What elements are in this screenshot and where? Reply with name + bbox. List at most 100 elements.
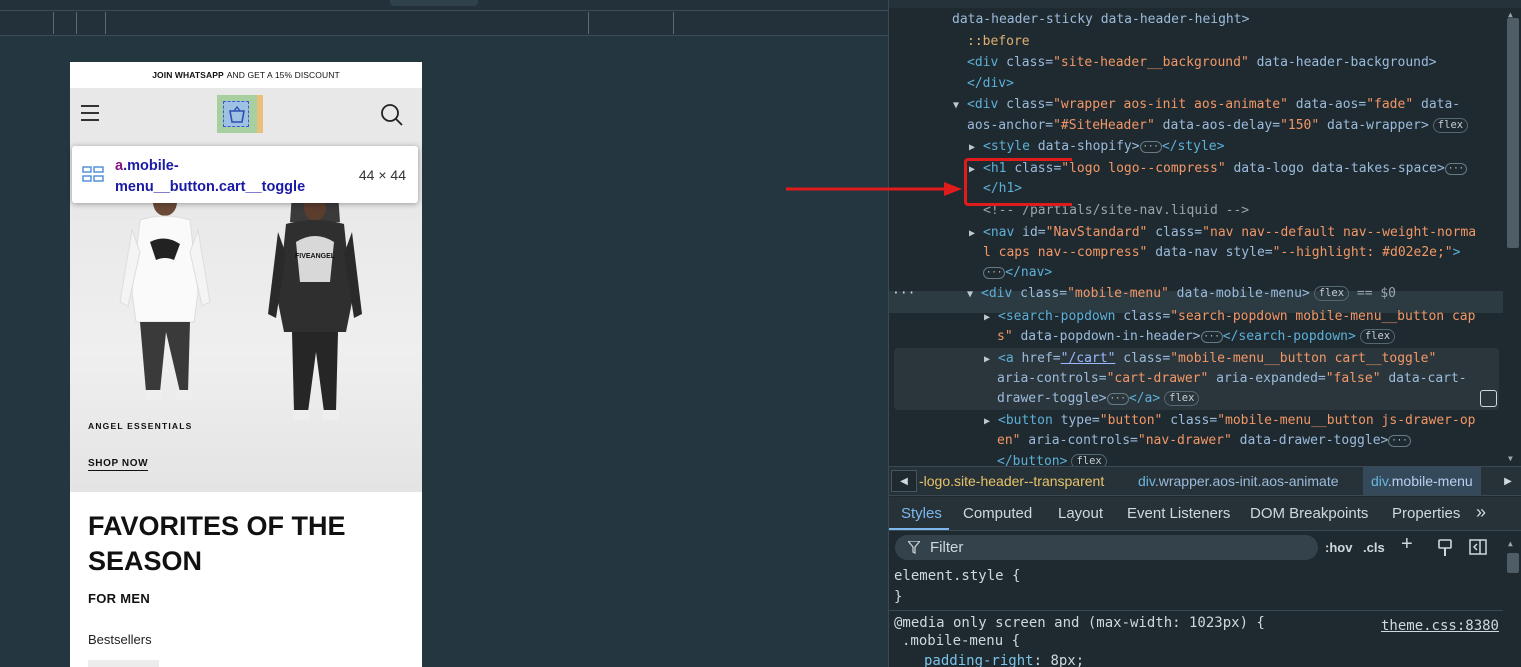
flex-badge[interactable]: flex xyxy=(1071,454,1107,466)
rule-separator xyxy=(889,610,1503,611)
collapsed-ellipsis[interactable]: ··· xyxy=(1388,435,1411,447)
elements-tree[interactable]: data-header-sticky data-header-height> :… xyxy=(889,8,1503,466)
site-header xyxy=(70,88,422,142)
tree-line[interactable]: ▶ <search-popdown class="search-popdown m… xyxy=(984,307,1475,327)
shop-now-link[interactable]: SHOP NOW xyxy=(88,458,149,471)
scroll-up-icon[interactable]: ▲ xyxy=(1508,539,1513,548)
tree-line[interactable]: data-header-sticky data-header-height> xyxy=(952,10,1249,30)
collapsed-ellipsis[interactable]: ··· xyxy=(1139,141,1162,153)
tree-line[interactable]: ▶ <nav id="NavStandard" class="nav nav--d… xyxy=(969,223,1476,243)
tab-event-listeners[interactable]: Event Listeners xyxy=(1127,505,1230,522)
ruler-tick xyxy=(76,12,77,34)
breadcrumb-forward-icon[interactable]: ▶ xyxy=(1496,470,1520,492)
collapsed-ellipsis[interactable]: ··· xyxy=(983,267,1006,279)
model-black-hoodie: FIVEANGEL xyxy=(268,188,362,420)
breadcrumb: ◀ -logo.site-header--transparent div.wra… xyxy=(889,466,1521,496)
tree-line[interactable]: ··· </nav> xyxy=(983,263,1052,283)
tab-dom-breakpoints[interactable]: DOM Breakpoints xyxy=(1250,505,1368,522)
more-tabs-icon[interactable]: » xyxy=(1476,502,1486,523)
stylesheet-link[interactable]: theme.css:8380 xyxy=(1381,618,1499,634)
device-toolbar-control[interactable] xyxy=(390,0,478,6)
tree-line[interactable]: s" data-popdown-in-header> ··· </search-po… xyxy=(997,327,1396,347)
padding-overlay xyxy=(257,95,263,133)
ruler-tick xyxy=(53,12,54,34)
copy-icon[interactable] xyxy=(1480,390,1497,407)
devtools-panel: data-header-sticky data-header-height> :… xyxy=(888,0,1521,667)
tab-layout[interactable]: Layout xyxy=(1058,505,1103,522)
styles-pane[interactable]: element.style { } @media only screen and… xyxy=(889,565,1503,667)
breadcrumb-item[interactable]: div.wrapper.aos-init.aos-animate xyxy=(1138,473,1339,489)
menu-icon[interactable] xyxy=(81,105,99,121)
red-highlight-box xyxy=(964,158,1072,206)
new-rule-icon[interactable]: + xyxy=(1401,533,1413,556)
tooltip-tag: a xyxy=(115,158,124,174)
flex-badge[interactable]: flex xyxy=(1164,391,1200,406)
elements-scrollbar[interactable]: ▲ ▼ xyxy=(1503,8,1521,466)
flex-badge[interactable]: flex xyxy=(1432,118,1469,133)
tree-line[interactable]: </div> xyxy=(967,74,1014,94)
announcement-text: AND GET A 15% DISCOUNT xyxy=(226,70,340,80)
tab-computed[interactable]: Computed xyxy=(963,505,1032,522)
sidebar-toggle-icon[interactable] xyxy=(1469,539,1487,555)
breadcrumb-item-selected[interactable]: div.mobile-menu xyxy=(1363,467,1481,495)
scroll-down-icon[interactable]: ▼ xyxy=(1508,454,1513,463)
tree-line[interactable]: l caps nav--compress" data-nav style="--… xyxy=(983,243,1460,263)
breadcrumb-item[interactable]: -logo.site-header--transparent xyxy=(919,473,1104,489)
model-white-hoodie xyxy=(119,188,211,400)
scroll-thumb[interactable] xyxy=(1507,553,1519,573)
scroll-thumb[interactable] xyxy=(1507,18,1519,248)
red-arrow-annotation xyxy=(786,182,962,196)
tooltip-size: 44 × 44 xyxy=(358,167,406,183)
collapsed-ellipsis[interactable]: ··· xyxy=(1200,331,1223,343)
page-viewport: JOIN WHATSAPP AND GET A 15% DISCOUNT FIV… xyxy=(0,0,888,667)
announcement-bold: JOIN WHATSAPP xyxy=(152,70,224,80)
tooltip-selector: a.mobile-menu__button.cart__toggle xyxy=(115,156,345,198)
tree-line[interactable]: ▶ <style data-shopify> ··· </style> xyxy=(969,137,1224,157)
tooltip-class: .mobile-menu__button.cart__toggle xyxy=(115,158,306,195)
collapsed-ellipsis[interactable]: ··· xyxy=(1106,393,1129,405)
search-icon[interactable] xyxy=(380,103,404,127)
tree-line[interactable]: aos-anchor="#SiteHeader" data-aos-delay=… xyxy=(967,116,1469,136)
ruler-tick xyxy=(588,12,589,34)
tab-styles[interactable]: Styles xyxy=(901,505,942,522)
ruler-tick xyxy=(673,12,674,34)
devtools-top-strip xyxy=(889,0,1521,8)
styles-scrollbar[interactable]: ▲ xyxy=(1503,531,1521,667)
device-toolbar xyxy=(0,0,888,36)
tree-line-hovered[interactable]: ▶ <a href="/cart" class="mobile-menu__but… xyxy=(984,349,1436,369)
filter-input[interactable]: Filter xyxy=(895,535,1318,560)
breadcrumb-back-icon[interactable]: ◀ xyxy=(891,470,917,492)
hov-toggle[interactable]: :hov xyxy=(1325,540,1352,555)
tree-line[interactable]: ::before xyxy=(967,32,1030,52)
style-declaration[interactable]: padding-right: 8px; xyxy=(924,653,1084,667)
sidebar-tabs: Styles Computed Layout Event Listeners D… xyxy=(889,497,1521,531)
cart-toggle-highlight[interactable] xyxy=(217,95,263,133)
collapsed-ellipsis[interactable]: ··· xyxy=(1444,163,1468,175)
dollar-zero-marker: == $0 xyxy=(1356,286,1397,301)
hoodie-print-text: FIVEANGEL xyxy=(295,253,336,260)
tree-line[interactable]: aria-controls="cart-drawer" aria-expande… xyxy=(997,369,1467,389)
cls-toggle[interactable]: .cls xyxy=(1363,540,1385,555)
active-tab-indicator xyxy=(889,528,949,530)
flex-badge[interactable]: flex xyxy=(1359,329,1396,344)
paint-brush-icon[interactable] xyxy=(1437,539,1453,557)
tree-line-selected[interactable]: ··· ▼ <div class="mobile-menu" data-mobile… xyxy=(892,284,1396,304)
ruler-tick xyxy=(105,12,106,34)
cart-icon[interactable] xyxy=(223,101,249,127)
flex-layout-icon xyxy=(82,166,104,182)
filter-placeholder: Filter xyxy=(930,539,964,556)
tree-line[interactable]: drawer-toggle> ··· </a> flex xyxy=(997,389,1200,409)
tab-properties[interactable]: Properties xyxy=(1392,505,1460,522)
tree-line[interactable]: en" aria-controls="nav-drawer" data-draw… xyxy=(997,431,1411,451)
tree-line[interactable]: ▶ <button type="button" class="mobile-men… xyxy=(984,411,1475,431)
element-style-rule[interactable]: element.style { xyxy=(894,568,1020,584)
section-title: FAVORITES OF THE SEASON xyxy=(88,511,346,576)
tree-line[interactable]: ▼ <div class="wrapper aos-init aos-animat… xyxy=(953,95,1460,115)
tree-line[interactable]: <div class="site-header__background" dat… xyxy=(967,53,1437,73)
section-subtitle: FOR MEN xyxy=(88,591,151,606)
announcement-bar[interactable]: JOIN WHATSAPP AND GET A 15% DISCOUNT xyxy=(70,62,422,88)
tab-bestsellers[interactable]: Bestsellers xyxy=(88,632,152,647)
tree-line[interactable]: </button> flex xyxy=(997,452,1107,466)
flex-badge[interactable]: flex xyxy=(1313,286,1350,301)
rule-selector[interactable]: .mobile-menu { xyxy=(902,633,1020,649)
